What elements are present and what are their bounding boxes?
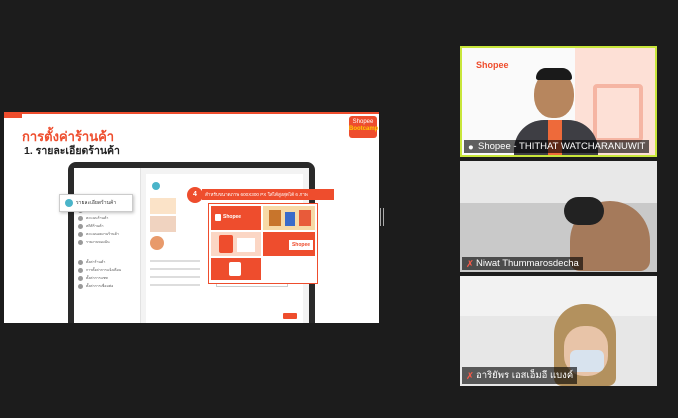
sidebar-item: ตั้งค่าการเชื่อมต่อ: [86, 284, 114, 288]
muted-microphone-icon: ✗: [466, 371, 474, 382]
preview-thumb: [150, 216, 176, 232]
participant-tile-active[interactable]: Shopee ● Shopee - THITHAT WATCHARANUWIT: [460, 46, 657, 157]
muted-microphone-icon: ✗: [466, 259, 474, 270]
banner-tile: Shopee: [263, 232, 315, 256]
banner-image-collage: Shopee Shopee: [208, 203, 318, 284]
callout-shop-details: รายละเอียดร้านค้า: [59, 194, 133, 212]
banner-tile: [211, 258, 261, 280]
sidebar-item: ตั้งค่าร้านค้า: [86, 260, 106, 264]
annotation-banner: สำหรับขนาดภาพ 600X300 PX ใส่ได้สูงสุดได้…: [202, 189, 334, 200]
ceiling: [460, 161, 657, 203]
phone-icon: [229, 262, 241, 276]
store-icon: [65, 198, 73, 207]
sidebar-item: การตั้งค่าการแจ้งเตือน: [86, 268, 122, 272]
preview-thumb: [150, 198, 176, 214]
shopee-bootcamp-logo: Shopee Bootcamp: [349, 116, 378, 138]
shopee-bag-icon: [215, 214, 221, 221]
participant-name: ✗ อาริยัพร เอสเอ็มอี แบงค์: [462, 367, 578, 384]
sidebar-item: รายงานของฉัน: [86, 240, 110, 244]
splitter-handle[interactable]: [380, 208, 384, 226]
step-badge: 4: [187, 187, 203, 203]
sidebar-item: คะแนนร้านค้า: [86, 216, 109, 220]
slide-top-bar: [22, 112, 379, 114]
banner-tile: [211, 232, 261, 256]
preview-thumb: [150, 236, 164, 250]
ceiling: [460, 276, 657, 316]
slide-subtitle: 1. รายละเอียดร้านค้า: [24, 145, 120, 157]
shared-slide: การตั้งค่าร้านค้า 1. รายละเอียดร้านค้า S…: [4, 112, 379, 323]
shopee-bag-icon: [593, 84, 643, 142]
participant-tile[interactable]: ✗ อาริยัพร เอสเอ็มอี แบงค์: [460, 276, 657, 386]
slide-accent: [4, 112, 22, 118]
sidebar-item: ตั้งค่าการแชท: [86, 276, 108, 280]
participant-name: ● Shopee - THITHAT WATCHARANUWIT: [464, 140, 650, 153]
sidebar-item: คะแนนผลงานร้านค้า: [86, 232, 119, 236]
seller-sidebar: รายละเอียดร้านค้า หมวดหมู่ของร้าน คะแนนร…: [74, 168, 141, 323]
save-button[interactable]: [283, 313, 297, 319]
banner-tile: [263, 206, 315, 230]
participant-name: ✗ Niwat Thummarosdecha: [462, 257, 583, 270]
participant-hair: [564, 197, 604, 225]
sidebar-item: สถิติร้านค้า: [86, 224, 104, 228]
shopee-brand: Shopee: [476, 60, 509, 70]
speaker-hair: [536, 68, 572, 80]
microphone-icon: ●: [468, 142, 474, 153]
shop-avatar: [152, 182, 160, 190]
banner-tile: Shopee: [211, 206, 261, 230]
participant-tile[interactable]: ✗ Niwat Thummarosdecha: [460, 161, 657, 272]
